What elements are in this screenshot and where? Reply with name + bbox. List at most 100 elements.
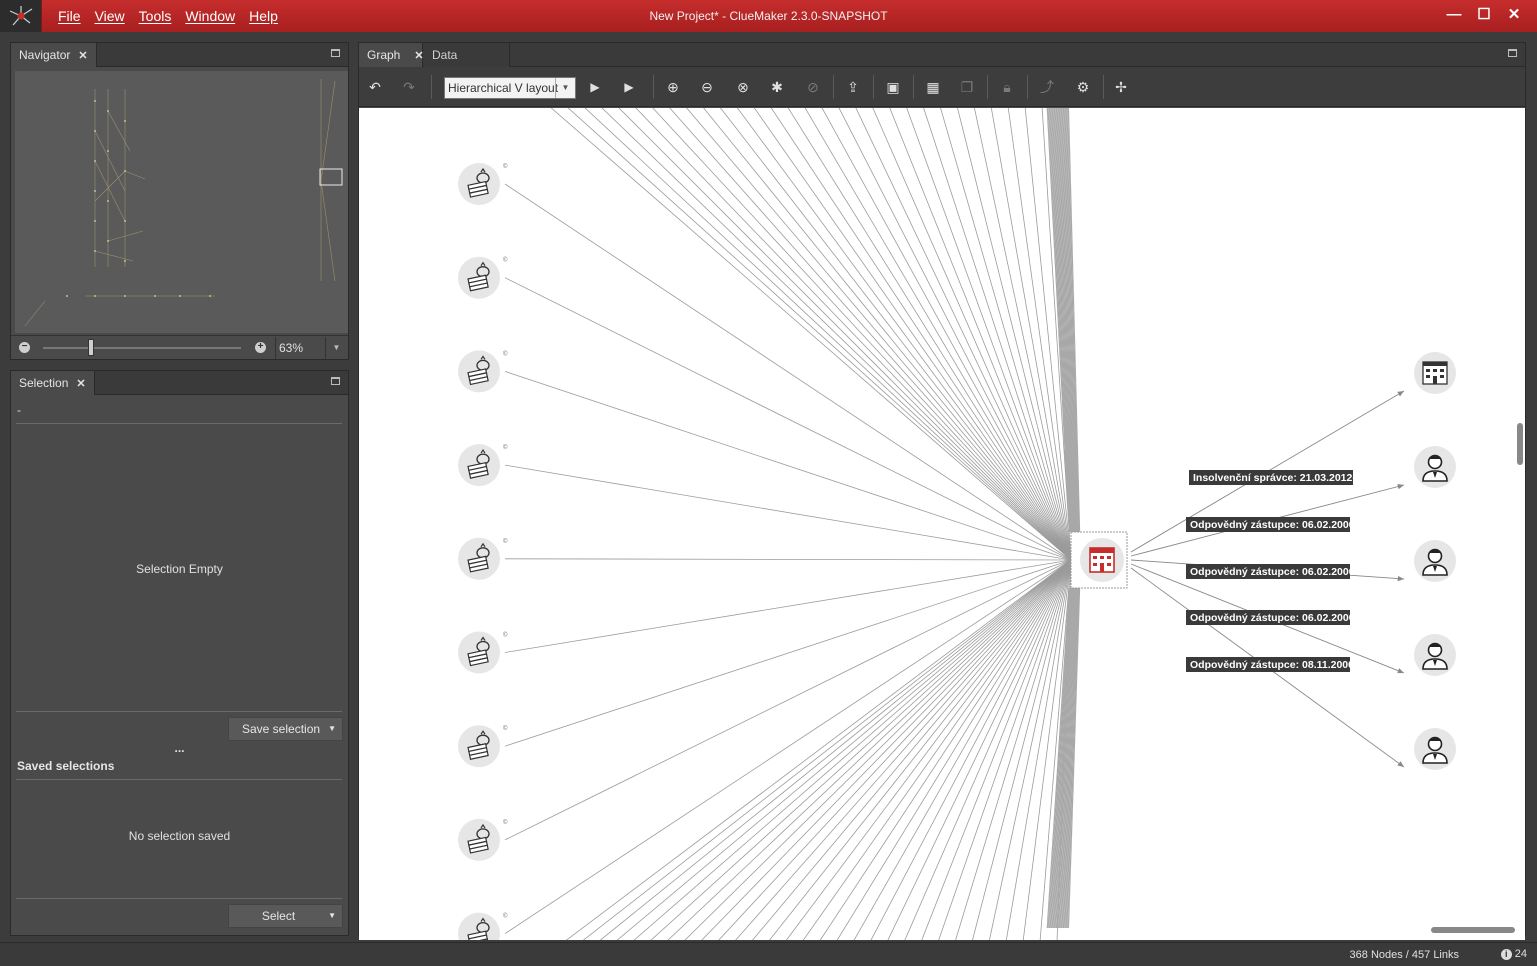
money-bag-icon[interactable]	[457, 443, 501, 487]
edge[interactable]	[751, 559, 1072, 940]
minimize-panel-icon[interactable]	[1508, 49, 1517, 57]
person-icon[interactable]	[1413, 445, 1457, 489]
edge[interactable]	[649, 559, 1072, 940]
edge[interactable]	[836, 559, 1072, 940]
edge[interactable]	[549, 108, 1072, 561]
edge[interactable]	[666, 559, 1072, 940]
edge[interactable]	[872, 108, 1072, 561]
money-bag-icon[interactable]	[457, 256, 501, 300]
edge[interactable]	[566, 108, 1072, 561]
fit-frame-icon[interactable]: ▣	[883, 77, 903, 97]
zoom-slider-thumb[interactable]	[87, 339, 94, 356]
edge-label[interactable]: Insolvenční správce: 21.03.2012-	[1189, 470, 1356, 485]
edge[interactable]	[770, 108, 1072, 561]
edge[interactable]	[581, 559, 1072, 940]
app-logo-icon[interactable]	[0, 0, 42, 32]
undo-icon[interactable]: ↶	[365, 77, 385, 97]
gear-icon[interactable]: ⚙	[1073, 77, 1093, 97]
chevron-down-icon[interactable]: ▼	[328, 718, 336, 740]
close-icon[interactable]: ✕	[78, 50, 87, 62]
money-bag-icon[interactable]	[457, 818, 501, 862]
edge[interactable]	[504, 559, 1072, 841]
edge[interactable]	[583, 108, 1072, 561]
person-icon[interactable]	[1413, 727, 1457, 771]
edge[interactable]	[734, 559, 1072, 940]
menu-tools[interactable]: Tools	[139, 8, 172, 24]
edge-label[interactable]: Odpovědný zástupce: 06.02.2000-	[1186, 517, 1359, 532]
money-bag-icon[interactable]	[457, 630, 501, 675]
vertical-scrollbar-thumb[interactable]	[1517, 423, 1523, 465]
close-icon[interactable]: ✕	[414, 50, 423, 62]
edge[interactable]	[564, 559, 1072, 940]
edge[interactable]	[504, 183, 1072, 561]
zoom-fit-icon[interactable]: ⊗	[733, 77, 753, 97]
menu-file[interactable]: File	[58, 8, 81, 24]
edge[interactable]	[668, 108, 1072, 561]
edge[interactable]	[819, 559, 1072, 940]
edge[interactable]	[504, 371, 1072, 561]
menu-window[interactable]: Window	[185, 8, 235, 24]
edge[interactable]	[736, 108, 1072, 561]
edge[interactable]	[768, 559, 1072, 940]
zoom-in-icon[interactable]: ⊕	[663, 77, 683, 97]
edge[interactable]	[887, 559, 1072, 940]
zoom-in-icon[interactable]: +	[255, 342, 266, 353]
edge-label[interactable]: Odpovědný zástupce: 06.02.2000-	[1186, 564, 1359, 579]
edge[interactable]	[504, 559, 1072, 747]
edge[interactable]	[889, 108, 1072, 561]
close-icon[interactable]: ✕	[1499, 4, 1529, 26]
add-node-icon[interactable]: ✢	[1111, 77, 1131, 97]
person-icon[interactable]	[1413, 539, 1457, 583]
zoom-selection-icon[interactable]: ✱	[767, 77, 787, 97]
edge[interactable]	[600, 108, 1072, 561]
grid-select-icon[interactable]: ▦	[923, 77, 943, 97]
tab-graph[interactable]: Graph ✕	[359, 43, 424, 67]
path-icon[interactable]: ⤴	[1037, 77, 1057, 97]
redo-icon[interactable]: ↷	[399, 77, 419, 97]
edge[interactable]	[838, 108, 1072, 561]
money-bag-icon[interactable]	[457, 724, 501, 768]
edge[interactable]	[598, 559, 1072, 940]
edge[interactable]	[753, 108, 1072, 561]
notifications[interactable]: i 24	[1500, 948, 1527, 960]
edge[interactable]	[719, 108, 1072, 561]
edge-label[interactable]: Odpovědný zástupce: 08.11.2000-	[1186, 657, 1358, 672]
graph-canvas[interactable]: © © © © © © © © © Insolvenční správce: 21.03.201…	[359, 108, 1525, 940]
person-icon[interactable]	[1413, 633, 1457, 677]
chevron-down-icon[interactable]: ▼	[555, 78, 575, 98]
menu-help[interactable]: Help	[249, 8, 278, 24]
money-bag-icon[interactable]	[457, 537, 501, 581]
edge[interactable]	[702, 108, 1072, 561]
step-icon[interactable]: ▶	[619, 77, 639, 97]
chevron-down-icon[interactable]: ▼	[328, 905, 336, 927]
tab-selection[interactable]: Selection ✕	[11, 371, 95, 395]
edge[interactable]	[717, 559, 1072, 940]
lock-icon[interactable]: 🔒︎	[997, 77, 1017, 97]
save-selection-button[interactable]: Save selection ▼	[228, 717, 343, 741]
minimize-panel-icon[interactable]	[331, 377, 340, 385]
export-icon[interactable]: ⇪	[843, 77, 863, 97]
maximize-icon[interactable]: ☐	[1469, 4, 1499, 26]
edge[interactable]	[923, 108, 1072, 561]
edge[interactable]	[504, 558, 1072, 561]
edge[interactable]	[787, 108, 1072, 561]
tab-navigator[interactable]: Navigator ✕	[11, 43, 97, 67]
edge[interactable]	[615, 559, 1072, 940]
edge[interactable]	[504, 277, 1072, 561]
navigator-overview[interactable]	[15, 71, 348, 333]
center-node[interactable]	[1070, 531, 1128, 589]
edge[interactable]	[685, 108, 1072, 561]
edge[interactable]	[504, 559, 1072, 934]
zoom-slider[interactable]	[43, 347, 241, 349]
edge-label[interactable]: Odpovědný zástupce: 06.02.2000-	[1186, 610, 1359, 625]
money-bag-icon[interactable]	[457, 349, 501, 394]
edge[interactable]	[683, 559, 1072, 940]
chevron-down-icon[interactable]: ▼	[325, 337, 347, 359]
minimize-icon[interactable]: —	[1439, 4, 1469, 26]
horizontal-scrollbar-thumb[interactable]	[1431, 927, 1515, 933]
zoom-combo[interactable]: 63% ▼	[275, 337, 347, 359]
select-button[interactable]: Select ▼	[228, 904, 343, 928]
expand-handle[interactable]: ...	[11, 741, 348, 755]
minimize-panel-icon[interactable]	[331, 49, 340, 57]
zoom-reset-icon[interactable]: ⊘	[803, 77, 823, 97]
